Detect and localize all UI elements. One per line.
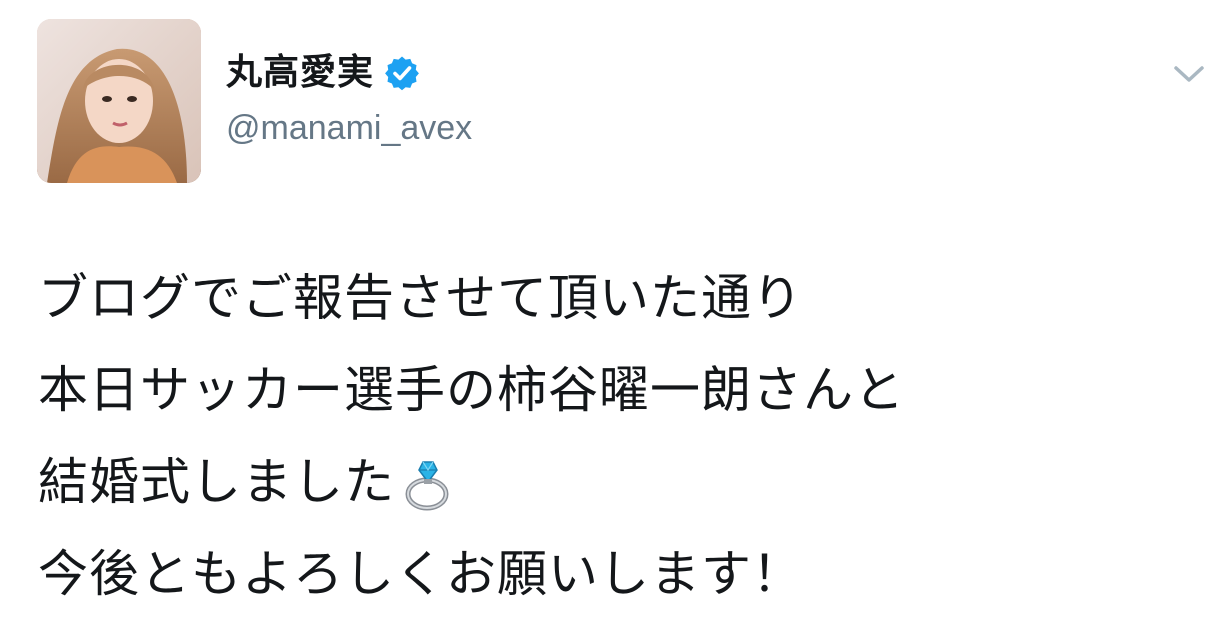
ring-emoji-icon [397,451,459,513]
avatar-image [37,19,201,183]
tweet-line: 今後ともよろしくお願いします！ [38,528,1208,620]
avatar[interactable] [37,19,201,183]
tweet-text: ブログでご報告させて頂いた通り 本日サッカー選手の柿谷曜一朗さんと 結婚式しまし… [38,252,1208,620]
tweet-line: ブログでご報告させて頂いた通り [38,252,1208,344]
user-handle[interactable]: @manami_avex [226,104,472,152]
display-name[interactable]: 丸高愛実 [226,48,374,98]
tweet-line: 本日サッカー選手の柿谷曜一朗さんと [38,344,1208,436]
tweet-line-text: ブログでご報告させて頂いた通り [38,269,803,327]
tweet-line-text: 結婚式しました [38,453,395,511]
tweet-line-text: 今後ともよろしくお願いします！ [38,545,803,603]
tweet-line: 結婚式しました [38,436,1208,528]
chevron-down-icon[interactable] [1172,62,1206,86]
name-row: 丸高愛実 [226,48,420,98]
verified-badge-icon [384,55,420,91]
tweet-line-text: 本日サッカー選手の柿谷曜一朗さんと [38,361,905,419]
tweet-card: 丸高愛実 @manami_avex ブログでご報告させて頂いた通り 本日サッカー… [0,0,1226,623]
